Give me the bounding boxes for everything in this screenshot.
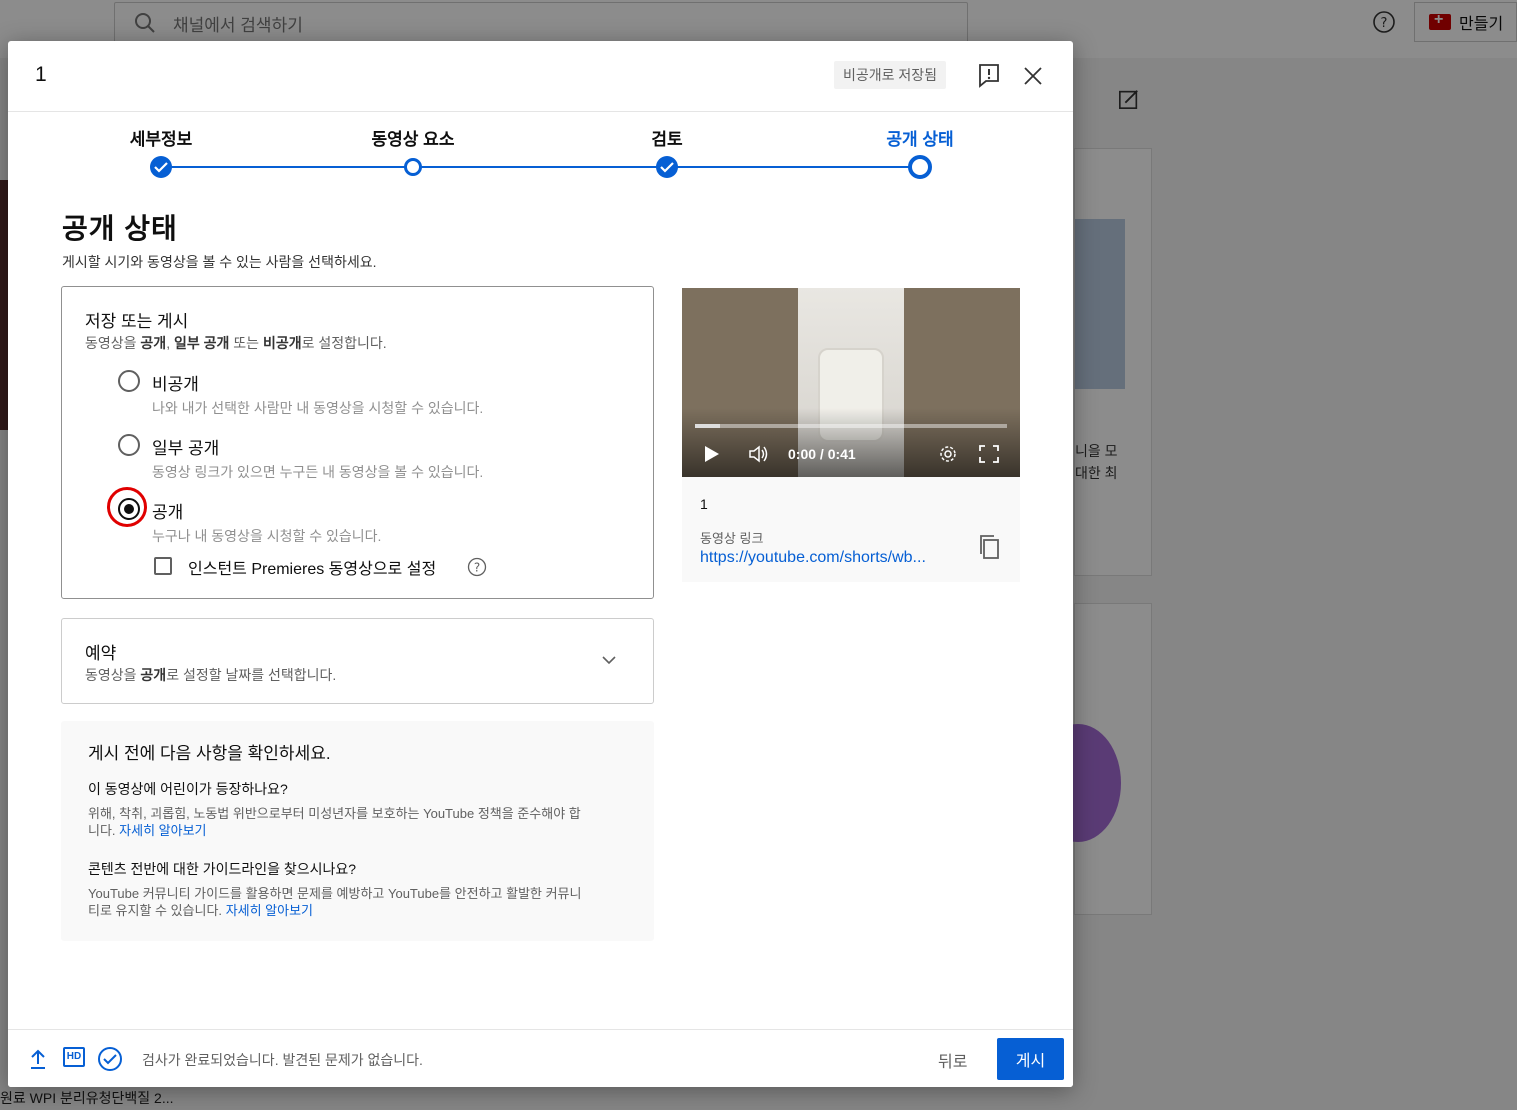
step-done-indicator: [656, 156, 678, 178]
fullscreen-icon[interactable]: [979, 445, 999, 463]
checklist-answer: 위해, 착취, 괴롭힘, 노동법 위반으로부터 미성년자를 보호하는 YouTu…: [88, 806, 581, 838]
dialog-title: 1: [35, 63, 47, 86]
close-icon[interactable]: [1020, 63, 1046, 89]
prepublish-checklist: 게시 전에 다음 사항을 확인하세요. 이 동영상에 어린이가 등장하나요? 위…: [61, 721, 654, 941]
video-time: 0:00 / 0:41: [788, 446, 856, 462]
checklist-answer: YouTube 커뮤니티 가이드를 활용하면 문제를 예방하고 YouTube를…: [88, 886, 582, 918]
upload-icon: [31, 1049, 45, 1069]
video-progress-fill: [695, 424, 720, 428]
video-preview-card: 0:00 / 0:41 1 동영상 링크 https://youtube.com…: [682, 288, 1020, 582]
copy-icon[interactable]: [978, 534, 1000, 560]
saved-status-badge: 비공개로 저장됨: [834, 61, 947, 89]
check-circle-icon: [98, 1047, 122, 1071]
back-button[interactable]: 뒤로: [938, 1048, 967, 1072]
volume-icon[interactable]: [748, 444, 770, 464]
publish-button[interactable]: 게시: [997, 1038, 1064, 1080]
radio-description: 동영상 링크가 있으면 누구든 내 동영상을 볼 수 있습니다.: [152, 464, 484, 480]
step-open-indicator: [404, 158, 422, 176]
checklist-question: 이 동영상에 어린이가 등장하나요?: [88, 781, 288, 797]
step-label: 검토: [651, 130, 683, 149]
video-link[interactable]: https://youtube.com/shorts/wb...: [700, 549, 948, 567]
private-radio[interactable]: [118, 370, 140, 392]
radio-label: 일부 공개: [152, 439, 220, 458]
schedule-description: 동영상을 공개로 설정할 날짜를 선택합니다.: [85, 667, 337, 683]
schedule-heading: 예약: [85, 644, 117, 663]
schedule-box[interactable]: 예약 동영상을 공개로 설정할 날짜를 선택합니다.: [61, 618, 654, 704]
section-subtitle: 게시할 시기와 동영상을 볼 수 있는 사람을 선택하세요.: [62, 254, 377, 270]
save-heading: 저장 또는 게시: [85, 312, 189, 331]
learn-more-link[interactable]: 자세히 알아보기: [226, 903, 313, 918]
step-label: 세부정보: [129, 130, 193, 149]
video-link-label: 동영상 링크: [700, 531, 764, 546]
video-name: 1: [700, 496, 708, 512]
section-title: 공개 상태: [62, 213, 178, 244]
step-done-indicator: [150, 156, 172, 178]
svg-text:?: ?: [474, 561, 480, 575]
unlisted-radio[interactable]: [118, 434, 140, 456]
step-label: 공개 상태: [886, 130, 954, 149]
hd-icon: HD: [63, 1047, 85, 1067]
learn-more-link[interactable]: 자세히 알아보기: [119, 823, 206, 838]
radio-label: 공개: [152, 503, 184, 522]
video-progress-bar[interactable]: [695, 424, 1007, 428]
checklist-title: 게시 전에 다음 사항을 확인하세요.: [88, 744, 331, 763]
gear-icon[interactable]: [938, 444, 958, 464]
check-status-text: 검사가 완료되었습니다. 발견된 문제가 없습니다.: [142, 1052, 423, 1068]
premiere-label: 인스턴트 Premieres 동영상으로 설정: [188, 561, 437, 578]
step-label: 동영상 요소: [371, 130, 455, 149]
check-icon: [154, 162, 168, 173]
play-icon[interactable]: [704, 445, 720, 463]
feedback-icon[interactable]: [976, 62, 1002, 88]
radio-description: 나와 내가 선택한 사람만 내 동영상을 시청할 수 있습니다.: [152, 400, 484, 416]
checklist-question: 콘텐츠 전반에 대한 가이드라인을 찾으시나요?: [88, 861, 357, 877]
dialog-footer: HD 검사가 완료되었습니다. 발견된 문제가 없습니다. 뒤로 게시: [8, 1029, 1073, 1087]
upload-dialog: 1 비공개로 저장됨 세부정보 동영상 요소 검토 공개 상태 공개 상태 게시…: [8, 41, 1073, 1087]
dialog-header: 1 비공개로 저장됨: [8, 41, 1073, 112]
radio-description: 누구나 내 동영상을 시청할 수 있습니다.: [152, 528, 382, 544]
stepper-line: [161, 166, 920, 168]
radio-label: 비공개: [152, 375, 199, 394]
chevron-down-icon[interactable]: [600, 651, 618, 669]
video-controls-shade: [682, 408, 1020, 477]
step-current-indicator: [908, 155, 932, 179]
public-radio[interactable]: [118, 498, 140, 520]
help-icon[interactable]: ?: [467, 557, 487, 577]
save-description: 동영상을 공개, 일부 공개 또는 비공개로 설정합니다.: [85, 335, 387, 351]
check-icon: [660, 162, 674, 173]
upload-stepper: 세부정보 동영상 요소 검토 공개 상태: [8, 111, 1073, 191]
premiere-checkbox[interactable]: [154, 557, 172, 575]
save-or-publish-box: 저장 또는 게시 동영상을 공개, 일부 공개 또는 비공개로 설정합니다. 비…: [61, 286, 654, 599]
video-player[interactable]: 0:00 / 0:41: [682, 288, 1020, 477]
